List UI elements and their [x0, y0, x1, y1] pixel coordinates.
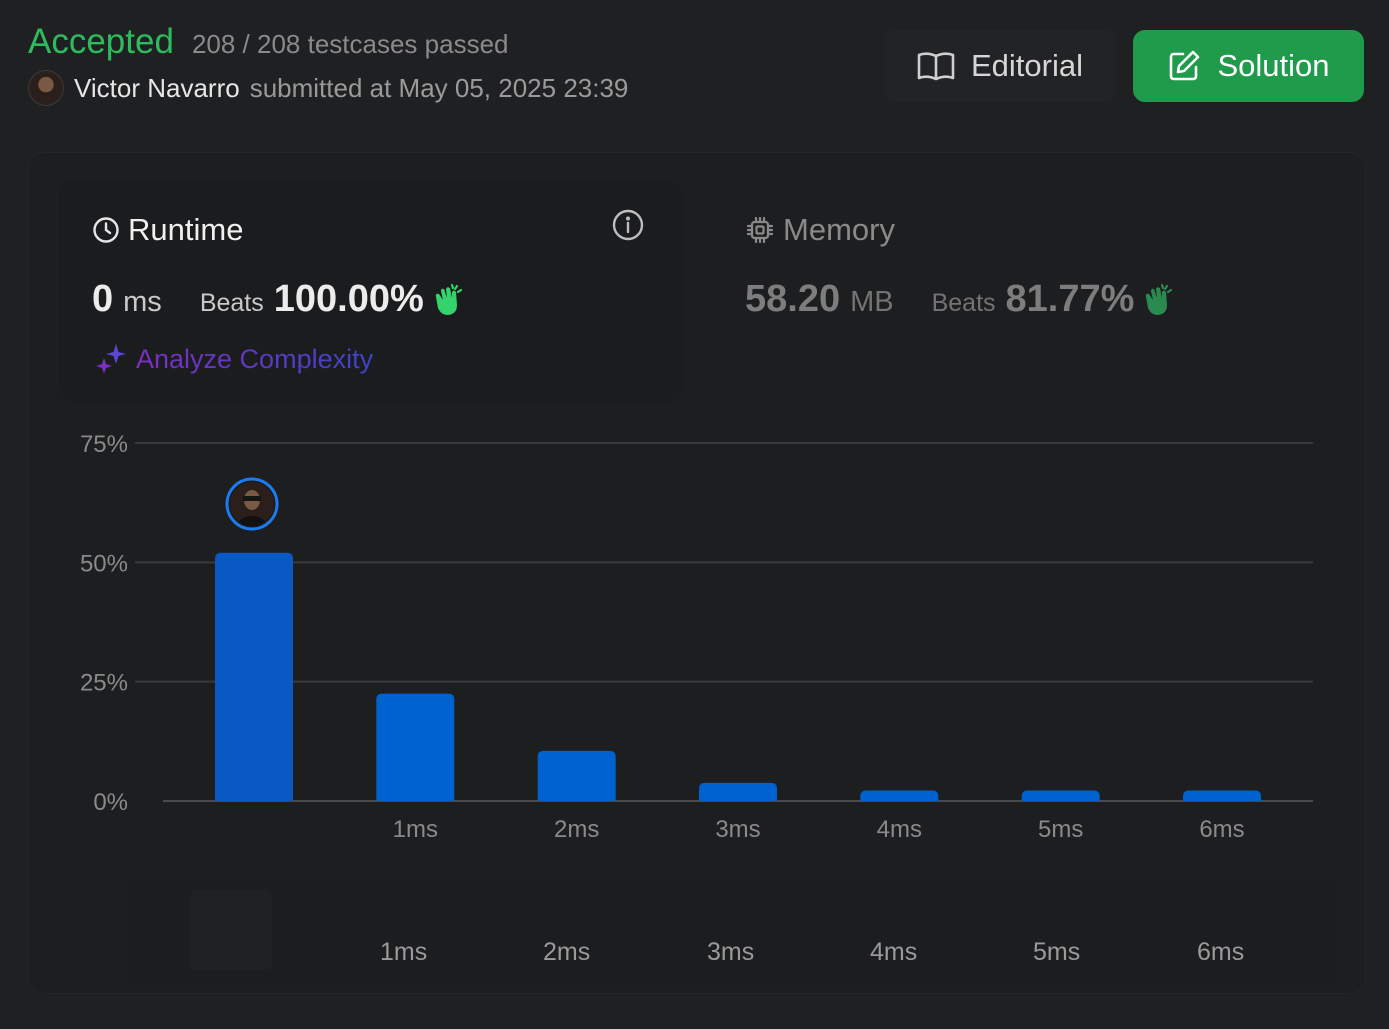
overview-label: 3ms	[707, 938, 755, 966]
y-tick-label: 0%	[93, 789, 128, 816]
x-tick-label: 3ms	[715, 816, 760, 843]
x-tick-label: 5ms	[1038, 816, 1083, 843]
bar-6ms[interactable]	[1183, 790, 1261, 801]
overview-label: 5ms	[1033, 938, 1081, 966]
range-handle[interactable]	[190, 890, 272, 970]
current-user-marker	[225, 477, 279, 531]
bar-2ms[interactable]	[537, 750, 616, 801]
overview-label: 4ms	[870, 938, 918, 966]
overview-label: 6ms	[1197, 938, 1245, 966]
bar-4ms[interactable]	[860, 790, 939, 801]
x-tick-label: 2ms	[554, 816, 599, 843]
y-tick-label: 50%	[80, 550, 128, 577]
overview-label: 2ms	[543, 938, 591, 966]
x-tick-label: 4ms	[877, 816, 922, 843]
x-tick-label: 6ms	[1199, 816, 1244, 843]
bar-0ms[interactable]	[215, 552, 293, 801]
x-tick-label: 1ms	[393, 816, 438, 843]
bar-3ms[interactable]	[699, 782, 777, 801]
overview-label: 1ms	[380, 938, 428, 966]
runtime-distribution-chart[interactable]: 0% 25% 50% 75% 1ms 2ms 3ms 4ms 5ms 6ms	[0, 0, 1389, 870]
bar-1ms[interactable]	[376, 693, 455, 801]
y-tick-label: 75%	[80, 431, 128, 458]
bar-5ms[interactable]	[1021, 790, 1100, 801]
y-tick-label: 25%	[80, 670, 128, 697]
